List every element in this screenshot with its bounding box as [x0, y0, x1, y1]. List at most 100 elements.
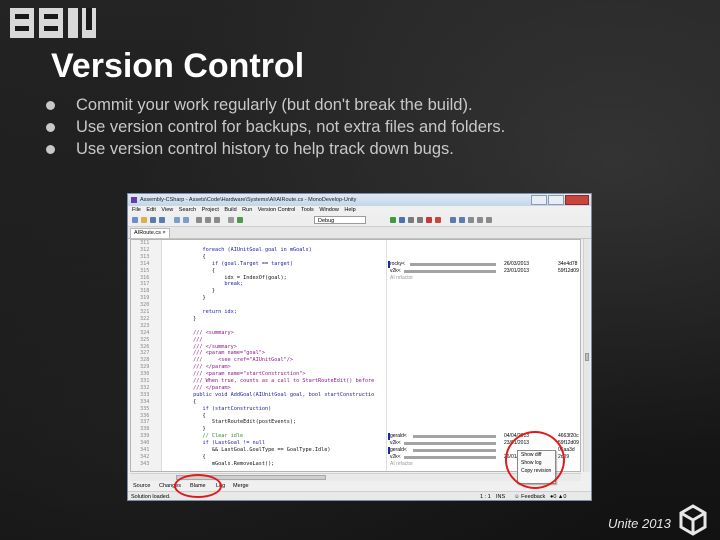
code-area[interactable]: 311 312 foreach (AIUnitGoal goal in mGoal…	[131, 240, 386, 471]
configuration-select[interactable]: Debug	[314, 216, 366, 224]
save-icon[interactable]	[150, 217, 156, 223]
bullet-item: Use version control for backups, not ext…	[44, 116, 505, 138]
insert-mode: INS	[496, 494, 506, 500]
unity-logo-icon	[679, 504, 707, 536]
menu-item-window[interactable]: Window	[319, 207, 339, 213]
vertical-scroll-thumb[interactable]	[585, 353, 589, 361]
bullet-dot-icon	[46, 145, 55, 154]
menu-item-edit[interactable]: Edit	[146, 207, 155, 213]
document-tab-strip: AIRoute.cs ×	[128, 227, 591, 239]
ide-title-bar: Assembly-CSharp - Assets\Code\Hardware\S…	[128, 194, 591, 206]
bullet-item: Commit your work regularly (but don't br…	[44, 94, 505, 116]
error-warning-count[interactable]: ●0 ▲0	[550, 492, 567, 500]
code-line: }	[165, 288, 215, 295]
tab-source[interactable]: Source	[133, 482, 150, 491]
ide-toolbar: Debug	[128, 215, 591, 227]
paste-icon[interactable]	[214, 217, 220, 223]
menu-item-view[interactable]: View	[161, 207, 173, 213]
code-line: break;	[165, 281, 244, 288]
line-number: 337	[140, 419, 150, 426]
maximize-button[interactable]	[548, 195, 564, 205]
vertical-scrollbar[interactable]	[583, 239, 590, 472]
undo-icon[interactable]	[174, 217, 180, 223]
menu-item-run[interactable]: Run	[242, 207, 252, 213]
copy-icon[interactable]	[205, 217, 211, 223]
redacted-email	[413, 449, 496, 452]
highlight-circle-blame-tab	[174, 474, 222, 498]
line-number: 313	[140, 253, 150, 260]
code-line: /// <param name="startConstruction">	[165, 371, 306, 378]
code-line: if (startConstruction)	[165, 405, 272, 412]
menu-item-file[interactable]: File	[132, 207, 141, 213]
line-number: 339	[140, 433, 150, 440]
line-number: 315	[140, 267, 150, 274]
code-line: /// When true, counts as a call to Start…	[165, 378, 375, 384]
line-number: 319	[140, 295, 150, 302]
code-line: /// <see cref="AIUnitGoal"/>	[165, 357, 294, 364]
code-line: mGoals.RemoveLast();	[165, 460, 275, 467]
menu-item-help[interactable]: Help	[344, 207, 355, 213]
run-icon[interactable]	[237, 217, 243, 223]
code-line: return idx;	[165, 309, 237, 315]
line-number: 335	[140, 405, 150, 412]
menu-item-project[interactable]: Project	[202, 207, 219, 213]
line-number: 312	[140, 246, 150, 253]
line-number: 341	[140, 447, 150, 453]
line-number: 317	[140, 281, 150, 288]
code-line: {	[165, 253, 206, 260]
step-into-icon[interactable]	[450, 217, 456, 223]
bookmark-icon[interactable]	[468, 217, 474, 223]
stop-icon[interactable]	[426, 217, 432, 223]
pause-icon[interactable]	[399, 217, 405, 223]
blame-author: v2k<	[390, 267, 401, 274]
menu-item-tools[interactable]: Tools	[301, 207, 314, 213]
line-number: 323	[140, 322, 150, 329]
cut-icon[interactable]	[196, 217, 202, 223]
commit-message: AI refactor	[390, 274, 414, 281]
play-icon[interactable]	[390, 217, 396, 223]
blame-date: 26/03/2013	[504, 260, 530, 267]
step-out-icon[interactable]	[459, 217, 465, 223]
close-button[interactable]	[565, 195, 589, 205]
blame-row[interactable]: rocky< 26/03/2013 34e4d78	[388, 260, 580, 268]
minimize-button[interactable]	[531, 195, 547, 205]
line-number: 340	[140, 440, 150, 447]
code-editor[interactable]: 311 312 foreach (AIUnitGoal goal in mGoal…	[130, 239, 581, 472]
bookmark-next-icon[interactable]	[477, 217, 483, 223]
feedback-button[interactable]: ☺ Feedback	[514, 492, 545, 500]
breakpoint-icon[interactable]	[435, 217, 441, 223]
line-number: 334	[140, 398, 150, 405]
redacted-email	[410, 262, 496, 266]
tab-airoute-cs[interactable]: AIRoute.cs ×	[130, 228, 170, 238]
open-file-icon[interactable]	[141, 217, 147, 223]
bookmark-prev-icon[interactable]	[486, 217, 492, 223]
save-all-icon[interactable]	[159, 217, 165, 223]
menu-item-version-control[interactable]: Version Control	[258, 207, 296, 213]
blame-row[interactable]: AI refactor	[388, 274, 580, 282]
step-over-icon[interactable]	[417, 217, 423, 223]
line-number: 327	[140, 350, 150, 357]
step-icon[interactable]	[408, 217, 414, 223]
code-line: /// </param>	[165, 384, 231, 391]
blame-revision: 59f12d09	[558, 267, 579, 274]
bbi-logo	[10, 8, 96, 38]
code-line: && LastGoal.GoalType == GoalType.Idle)	[165, 447, 331, 453]
tab-merge[interactable]: Merge	[233, 482, 249, 491]
code-line: {	[165, 267, 215, 274]
code-line: StartRouteEdit(postEvents);	[165, 419, 297, 426]
build-icon[interactable]	[228, 217, 234, 223]
bullet-text: Use version control history to help trac…	[76, 140, 454, 158]
menu-item-build[interactable]: Build	[224, 207, 236, 213]
redo-icon[interactable]	[183, 217, 189, 223]
line-number: 329	[140, 364, 150, 371]
commit-message: AI refactor	[390, 460, 414, 467]
new-file-icon[interactable]	[132, 217, 138, 223]
warning-count: 0	[563, 494, 567, 500]
blame-author: gerald<	[390, 433, 407, 440]
menu-item-search[interactable]: Search	[179, 207, 196, 213]
bullet-list: Commit your work regularly (but don't br…	[44, 94, 505, 160]
blame-row[interactable]: v2k< 23/01/2013 59f12d09	[388, 267, 580, 275]
footer-unite-2013: Unite 2013	[608, 516, 671, 531]
redacted-email	[413, 435, 496, 439]
line-number: 330	[140, 371, 150, 378]
